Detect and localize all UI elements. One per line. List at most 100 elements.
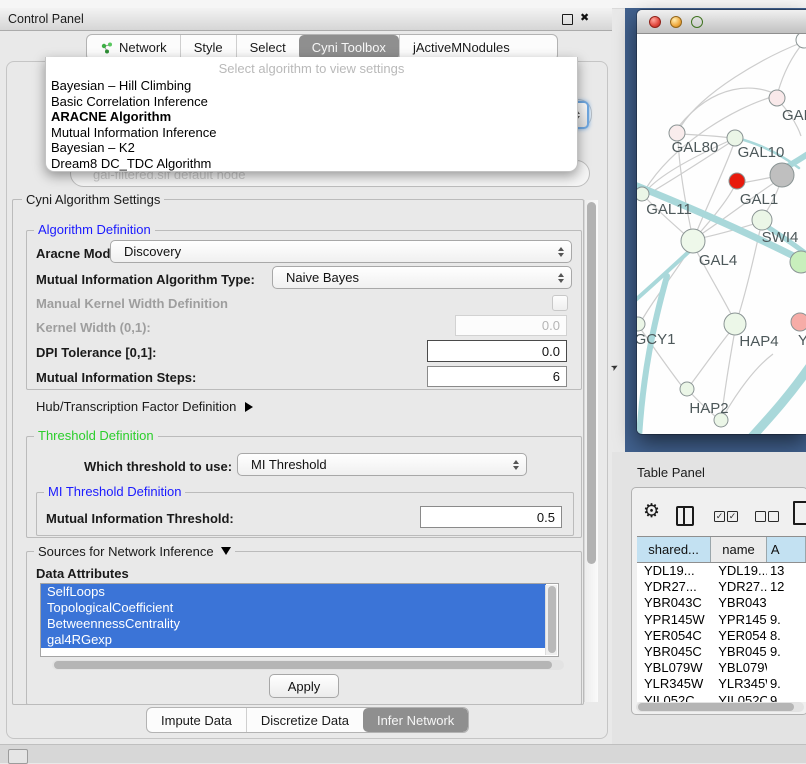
- bottom-tab-impute-data[interactable]: Impute Data: [147, 708, 246, 732]
- hub-section-toggle[interactable]: Hub/Transcription Factor Definition: [36, 399, 253, 414]
- table-row[interactable]: YPR145WYPR145W9.: [637, 612, 806, 628]
- tab-label: Select: [250, 40, 286, 55]
- aracne-mode-combo[interactable]: Discovery: [110, 240, 572, 263]
- table-cell: YDL19...: [637, 563, 711, 579]
- sources-group-title[interactable]: Sources for Network Inference: [34, 544, 235, 559]
- table-row[interactable]: YIL052CYIL052C9: [637, 693, 806, 703]
- network-node-GCY1[interactable]: [637, 317, 645, 331]
- deselect-checkbox-icon-2[interactable]: [768, 511, 779, 522]
- zoom-traffic-light[interactable]: [691, 16, 703, 28]
- algorithm-option[interactable]: Mutual Information Inference: [51, 125, 572, 141]
- attribute-table: shared...nameA YDL19...YDL19...13YDR27..…: [637, 536, 806, 702]
- manual-kernel-checkbox[interactable]: [552, 295, 568, 311]
- attribute-list-item[interactable]: SelfLoops: [41, 584, 546, 600]
- table-row[interactable]: YBR045CYBR045C9.: [637, 644, 806, 660]
- network-node-GAL11[interactable]: [637, 187, 649, 201]
- bottom-tab-discretize-data[interactable]: Discretize Data: [246, 708, 363, 732]
- columns-icon[interactable]: [676, 506, 694, 526]
- table-cell: 13: [767, 563, 806, 579]
- deselect-checkbox-icon[interactable]: [755, 511, 766, 522]
- network-node[interactable]: [796, 34, 806, 48]
- table-cell: YBR043C: [711, 595, 767, 611]
- gear-icon[interactable]: ⚙: [643, 502, 660, 522]
- new-table-icon[interactable]: [793, 501, 806, 525]
- dpi-tolerance-input[interactable]: 0.0: [427, 340, 567, 362]
- which-threshold-combo[interactable]: MI Threshold: [237, 453, 527, 476]
- minimize-traffic-light[interactable]: [670, 16, 682, 28]
- algorithm-option[interactable]: Basic Correlation Inference: [51, 94, 572, 110]
- mi-type-combo[interactable]: Naive Bayes: [272, 266, 572, 289]
- kernel-width-value: 0.0: [542, 318, 560, 333]
- table-cell: YBL079W: [637, 660, 711, 676]
- table-cell: [767, 595, 806, 611]
- network-node-HAP4[interactable]: [724, 313, 746, 335]
- table-row[interactable]: YER054CYER054C8.: [637, 628, 806, 644]
- network-edge[interactable]: [741, 177, 773, 183]
- network-node-HAP2[interactable]: [680, 382, 694, 396]
- network-edge[interactable]: [778, 43, 803, 92]
- table-cell: 9.: [767, 644, 806, 660]
- algorithm-dropdown-popup: Select algorithm to view settings Bayesi…: [45, 57, 578, 172]
- network-edge[interactable]: [724, 354, 773, 415]
- network-node-Y[interactable]: [791, 313, 806, 331]
- network-node-GAL4[interactable]: [681, 229, 705, 253]
- algorithm-option[interactable]: Bayesian – Hill Climbing: [51, 78, 572, 94]
- data-attributes-label: Data Attributes: [36, 566, 129, 581]
- table-row[interactable]: YBR043CYBR043C: [637, 595, 806, 611]
- apply-button[interactable]: Apply: [269, 674, 339, 698]
- table-cell: YBR045C: [711, 644, 767, 660]
- select-all-checkbox-icon-2[interactable]: ✓: [727, 511, 738, 522]
- table-body: YDL19...YDL19...13YDR27...YDR27...12YBR0…: [637, 563, 806, 702]
- close-icon[interactable]: ✖: [580, 11, 589, 24]
- attribute-list-item[interactable]: gal4RGexp: [41, 632, 546, 648]
- tab-label: Network: [119, 40, 167, 55]
- table-row[interactable]: YBL079WYBL079W: [637, 660, 806, 676]
- list-scrollbar[interactable]: [545, 585, 557, 655]
- kernel-width-input[interactable]: 0.0: [455, 315, 567, 336]
- network-edge-highlighted[interactable]: [751, 362, 806, 434]
- network-edge-highlighted[interactable]: [639, 276, 667, 434]
- table-column-header[interactable]: name: [711, 537, 767, 562]
- data-attributes-list[interactable]: SelfLoopsTopologicalCoefficientBetweenne…: [40, 583, 559, 657]
- algorithm-option[interactable]: Dream8 DC_TDC Algorithm: [51, 156, 572, 172]
- network-node-GAL[interactable]: [769, 90, 785, 106]
- cyni-settings-title: Cyni Algorithm Settings: [22, 192, 164, 207]
- network-edge[interactable]: [679, 88, 775, 126]
- settings-vertical-scrollbar[interactable]: [584, 200, 598, 702]
- algorithm-option[interactable]: Bayesian – K2: [51, 140, 572, 156]
- table-row[interactable]: YLR345WYLR345W9.: [637, 676, 806, 692]
- select-all-checkbox-icon[interactable]: ✓: [714, 511, 725, 522]
- mi-type-value: Naive Bayes: [286, 270, 359, 285]
- table-cell: YBL079W: [711, 660, 767, 676]
- tab-label: Style: [194, 40, 223, 55]
- algorithm-option[interactable]: ARACNE Algorithm: [51, 109, 572, 125]
- mi-threshold-input[interactable]: 0.5: [420, 506, 562, 528]
- float-window-icon[interactable]: [562, 14, 573, 25]
- table-panel-title: Table Panel: [637, 465, 705, 480]
- network-node-GAL10[interactable]: [770, 163, 794, 187]
- close-traffic-light[interactable]: [649, 16, 661, 28]
- network-edge[interactable]: [737, 230, 760, 320]
- dpi-tolerance-value: 0.0: [542, 344, 560, 359]
- dropdown-placeholder: Select algorithm to view settings: [46, 61, 577, 76]
- mouse-cursor: ➤: [609, 361, 621, 374]
- mi-steps-input[interactable]: 6: [427, 366, 567, 387]
- table-column-header[interactable]: shared...: [637, 537, 711, 562]
- which-threshold-value: MI Threshold: [251, 457, 327, 472]
- algorithm-list: Bayesian – Hill ClimbingBasic Correlatio…: [51, 78, 572, 171]
- table-horizontal-scrollbar[interactable]: [636, 702, 804, 712]
- network-edge[interactable]: [681, 134, 731, 138]
- network-window[interactable]: GALGAL80GAL10GAL1GAL11SWI4GAL4GCY1HAP4YH…: [637, 10, 806, 434]
- table-row[interactable]: YDL19...YDL19...13: [637, 563, 806, 579]
- network-node[interactable]: [729, 173, 745, 189]
- table-row[interactable]: YDR27...YDR27...12: [637, 579, 806, 595]
- attribute-list-item[interactable]: BetweennessCentrality: [41, 616, 546, 632]
- network-edge-highlighted[interactable]: [637, 246, 695, 304]
- attribute-list-item[interactable]: TopologicalCoefficient: [41, 600, 546, 616]
- settings-horizontal-scrollbar[interactable]: [52, 660, 564, 670]
- bottom-tab-infer-network[interactable]: Infer Network: [363, 708, 468, 732]
- network-window-titlebar[interactable]: [637, 10, 806, 34]
- table-column-header[interactable]: A: [767, 537, 806, 562]
- network-node-GAL1[interactable]: [752, 210, 772, 230]
- network-canvas[interactable]: GALGAL80GAL10GAL1GAL11SWI4GAL4GCY1HAP4YH…: [637, 34, 806, 434]
